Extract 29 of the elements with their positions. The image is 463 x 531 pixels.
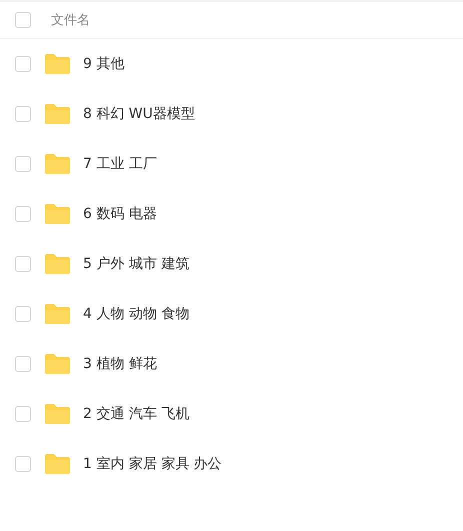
folder-icon xyxy=(45,204,70,224)
folder-icon xyxy=(45,254,70,274)
folder-icon xyxy=(45,54,70,74)
folder-name[interactable]: 7 工业 工厂 xyxy=(83,155,157,173)
checkbox[interactable] xyxy=(15,356,31,372)
checkbox[interactable] xyxy=(15,206,31,222)
folder-name[interactable]: 6 数码 电器 xyxy=(83,205,157,223)
checkbox[interactable] xyxy=(15,56,31,72)
folder-icon xyxy=(45,404,70,424)
folder-icon xyxy=(45,354,70,374)
folder-name[interactable]: 8 科幻 WU器模型 xyxy=(83,105,195,123)
folder-name[interactable]: 2 交通 汽车 飞机 xyxy=(83,405,190,423)
folder-icon xyxy=(45,304,70,324)
folder-name[interactable]: 9 其他 xyxy=(83,55,124,73)
folder-name[interactable]: 3 植物 鲜花 xyxy=(83,355,157,373)
folder-name[interactable]: 5 户外 城市 建筑 xyxy=(83,255,190,273)
checkbox[interactable] xyxy=(15,106,31,122)
folder-icon xyxy=(45,454,70,474)
folder-icon xyxy=(45,104,70,124)
checkbox[interactable] xyxy=(15,156,31,172)
checkbox[interactable] xyxy=(15,256,31,272)
folder-name[interactable]: 4 人物 动物 食物 xyxy=(83,305,190,323)
folder-name[interactable]: 1 室内 家居 家具 办公 xyxy=(83,455,222,473)
checkbox[interactable] xyxy=(15,12,31,28)
column-header[interactable]: 文件名 xyxy=(51,11,90,29)
folder-icon xyxy=(45,154,70,174)
checkbox[interactable] xyxy=(15,456,31,472)
checkbox[interactable] xyxy=(15,406,31,422)
checkbox[interactable] xyxy=(15,306,31,322)
